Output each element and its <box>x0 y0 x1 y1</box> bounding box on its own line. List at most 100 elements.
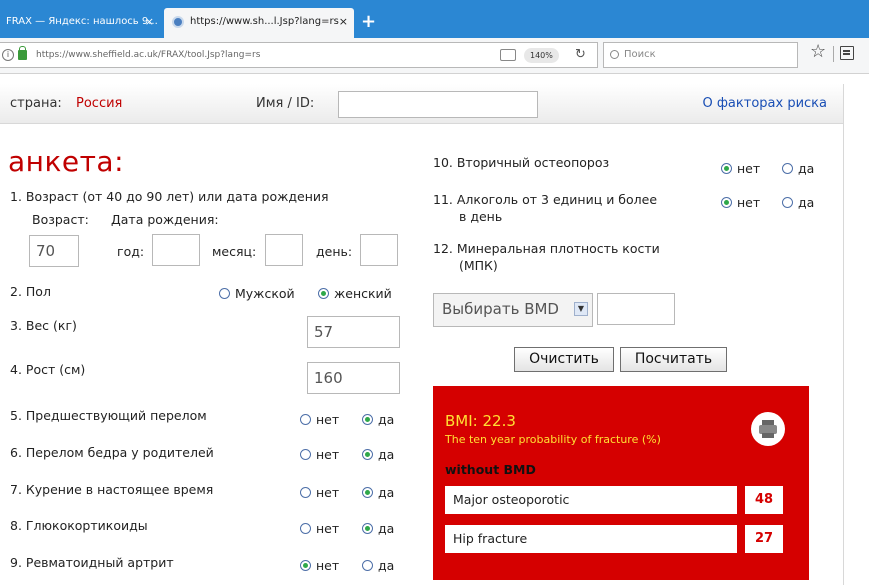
no-label: нет <box>316 558 340 573</box>
reader-view-icon[interactable] <box>500 49 516 61</box>
tab-title: FRAX — Яндекс: нашлось 9... <box>6 16 158 27</box>
q9-no-option[interactable]: нет <box>300 559 339 573</box>
reload-icon[interactable]: ↻ <box>575 43 586 67</box>
weight-input[interactable] <box>307 316 400 348</box>
major-osteoporotic-label: Major osteoporotic <box>445 486 737 514</box>
day-input[interactable] <box>360 234 398 266</box>
q9-yes-option[interactable]: да <box>362 559 394 573</box>
q9-radio-no[interactable] <box>300 560 311 571</box>
browser-tab-frax[interactable]: https://www.sh...l.Jsp?lang=rs × <box>164 8 354 38</box>
results-panel: BMI: 22.3 The ten year probability of fr… <box>433 386 809 580</box>
q12-bmd-label-line2: (МПК) <box>459 258 498 273</box>
q8-no-option[interactable]: нет <box>300 522 339 536</box>
q1-age-label: 1. Возраст (от 40 до 90 лет) или дата ро… <box>10 189 329 204</box>
q5-radio-yes[interactable] <box>362 414 373 425</box>
browser-tab-bar: FRAX — Яндекс: нашлось 9... × https://ww… <box>0 0 869 38</box>
address-bar[interactable]: i https://www.sheffield.ac.uk/FRAX/tool.… <box>0 42 598 68</box>
q6-radio-no[interactable] <box>300 449 311 460</box>
new-tab-button[interactable]: + <box>361 12 376 32</box>
q5-radio-no[interactable] <box>300 414 311 425</box>
sex-female-option[interactable]: женский <box>318 287 392 301</box>
bmd-select[interactable]: Выбирать BMD ▼ <box>433 293 593 327</box>
yes-label: да <box>378 412 395 427</box>
q4-height-label: 4. Рост (см) <box>10 362 86 377</box>
search-placeholder: Поиск <box>624 49 656 60</box>
tab-title: https://www.sh...l.Jsp?lang=rs <box>190 16 339 27</box>
q8-glucocorticoids-label: 8. Глюкокортикоиды <box>10 518 148 533</box>
page-border <box>843 84 844 585</box>
printer-icon[interactable] <box>751 412 785 446</box>
q11-yes-option[interactable]: да <box>782 196 814 210</box>
q11-no-option[interactable]: нет <box>721 196 760 210</box>
age-label: Возраст: <box>32 212 89 227</box>
country-value[interactable]: Россия <box>76 96 122 111</box>
q9-radio-yes[interactable] <box>362 560 373 571</box>
yes-label: да <box>798 195 815 210</box>
q7-yes-option[interactable]: да <box>362 486 394 500</box>
q10-radio-yes[interactable] <box>782 163 793 174</box>
hip-fracture-label: Hip fracture <box>445 525 737 553</box>
q10-radio-no[interactable] <box>721 163 732 174</box>
close-tab-icon[interactable]: × <box>339 8 348 36</box>
form-title: анкета: <box>8 145 125 178</box>
zoom-level-badge[interactable]: 140% <box>524 48 559 63</box>
calculate-button[interactable]: Посчитать <box>620 347 727 372</box>
info-icon[interactable]: i <box>2 49 14 61</box>
lock-icon[interactable] <box>18 46 27 60</box>
risk-factors-link[interactable]: О факторах риска <box>702 96 827 111</box>
q10-secondary-osteoporosis-label: 10. Вторичный остеопороз <box>433 155 610 170</box>
bmi-value: BMI: 22.3 <box>445 412 516 430</box>
q7-no-option[interactable]: нет <box>300 486 339 500</box>
year-input[interactable] <box>152 234 200 266</box>
probability-heading: The ten year probability of fracture (%) <box>445 433 661 446</box>
bookmarks-list-icon[interactable] <box>840 46 854 60</box>
q5-no-option[interactable]: нет <box>300 413 339 427</box>
bookmark-star-icon[interactable]: ☆ <box>810 42 826 62</box>
sex-male-option[interactable]: Мужской <box>219 287 295 301</box>
month-input[interactable] <box>265 234 303 266</box>
q8-yes-option[interactable]: да <box>362 522 394 536</box>
without-bmd-label: without BMD <box>445 462 536 477</box>
name-id-label: Имя / ID: <box>256 96 315 111</box>
q11-alcohol-label-line2: в день <box>459 209 503 224</box>
day-label: день: <box>316 244 353 259</box>
browser-tab-yandex[interactable]: FRAX — Яндекс: нашлось 9... × <box>0 8 160 38</box>
q5-yes-option[interactable]: да <box>362 413 394 427</box>
yes-label: да <box>378 485 395 500</box>
close-tab-icon[interactable]: × <box>145 8 154 36</box>
url-text[interactable]: https://www.sheffield.ac.uk/FRAX/tool.Js… <box>36 43 260 67</box>
search-input[interactable]: Поиск <box>603 42 798 68</box>
female-label: женский <box>334 286 392 301</box>
bmd-value-input[interactable] <box>597 293 675 325</box>
q7-radio-yes[interactable] <box>362 487 373 498</box>
q12-bmd-label: 12. Минеральная плотность кости <box>433 241 660 256</box>
q8-radio-no[interactable] <box>300 523 311 534</box>
bmd-select-value: Выбирать BMD <box>442 300 559 318</box>
hip-fracture-value: 27 <box>745 525 783 553</box>
q7-radio-no[interactable] <box>300 487 311 498</box>
page-header: страна: Россия Имя / ID: О факторах риск… <box>0 84 843 124</box>
shield-favicon-icon <box>172 16 184 28</box>
q9-rheumatoid-label: 9. Ревматоидный артрит <box>10 555 174 570</box>
name-id-input[interactable] <box>338 91 538 118</box>
month-label: месяц: <box>212 244 257 259</box>
q6-yes-option[interactable]: да <box>362 448 394 462</box>
radio-female[interactable] <box>318 288 329 299</box>
age-input[interactable] <box>29 235 79 267</box>
clear-button[interactable]: Очистить <box>514 347 614 372</box>
q10-no-option[interactable]: нет <box>721 162 760 176</box>
q8-radio-yes[interactable] <box>362 523 373 534</box>
q11-radio-no[interactable] <box>721 197 732 208</box>
q11-radio-yes[interactable] <box>782 197 793 208</box>
q10-yes-option[interactable]: да <box>782 162 814 176</box>
height-input[interactable] <box>307 362 400 394</box>
country-label: страна: <box>10 96 62 111</box>
q6-no-option[interactable]: нет <box>300 448 339 462</box>
q6-radio-yes[interactable] <box>362 449 373 460</box>
major-osteoporotic-value: 48 <box>745 486 783 514</box>
chevron-down-icon[interactable]: ▼ <box>574 302 588 316</box>
no-label: нет <box>737 195 761 210</box>
radio-male[interactable] <box>219 288 230 299</box>
q3-weight-label: 3. Вес (кг) <box>10 318 77 333</box>
no-label: нет <box>737 161 761 176</box>
